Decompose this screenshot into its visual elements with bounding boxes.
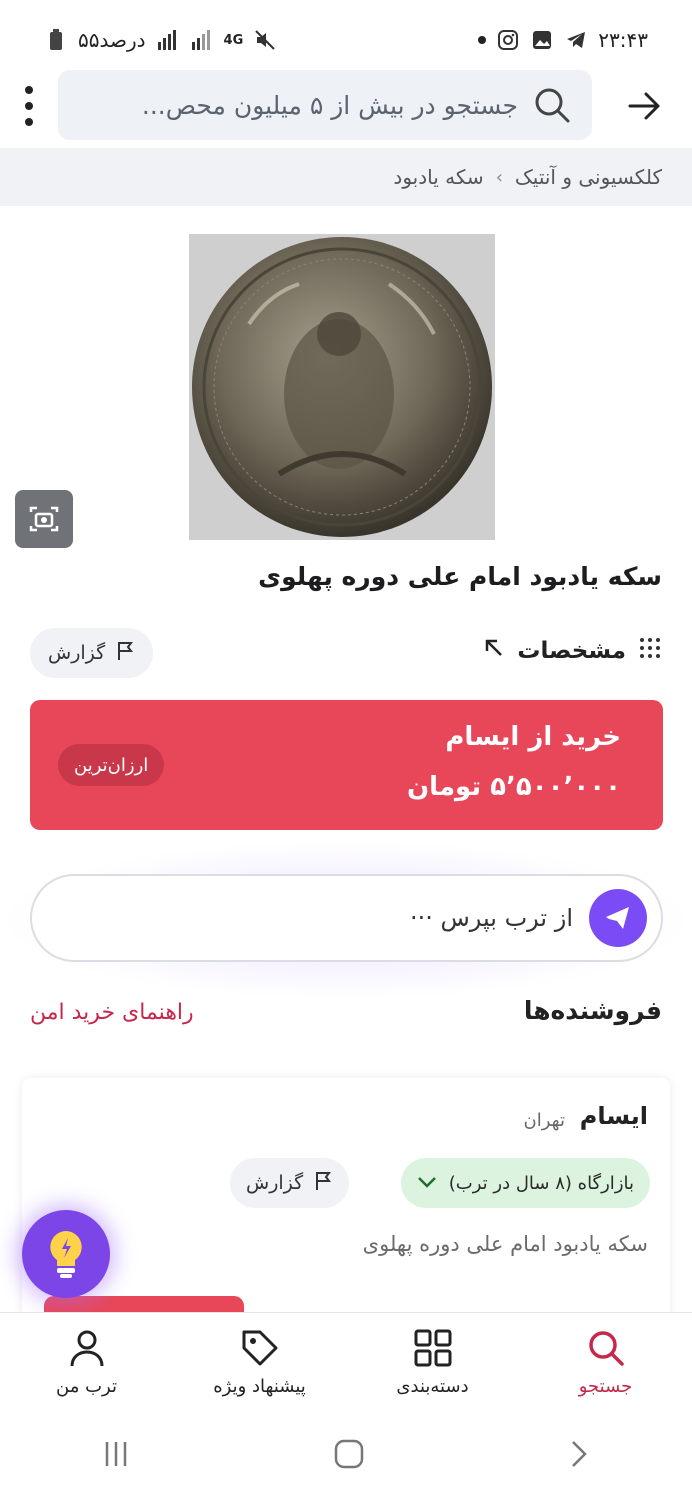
arrow-up-left-icon [483, 637, 505, 665]
nav-label-categories: دسته‌بندی [396, 1376, 469, 1397]
tag-icon [240, 1328, 280, 1368]
bottom-nav: جستجو دسته‌بندی پیشنهاد ویژه ترب من [0, 1312, 692, 1412]
seller-report-button[interactable]: گزارش [230, 1158, 350, 1208]
home-icon[interactable] [333, 1438, 365, 1474]
signal-icon-2 [190, 28, 214, 52]
grid-icon [413, 1328, 453, 1368]
specs-link[interactable]: مشخصات [483, 636, 662, 666]
seller-card[interactable]: ایسام تهران بازارگاه (۸ سال در ترب) گزار… [22, 1078, 670, 1336]
seller-badge-label: بازارگاه (۸ سال در ترب) [448, 1172, 634, 1194]
status-bar: ۵۵درصد 4G ۲۳:۴۳ [0, 0, 692, 80]
status-right: ۲۳:۴۳ [478, 28, 648, 52]
recent-apps-icon[interactable] [101, 1439, 131, 1473]
send-icon[interactable] [589, 889, 647, 947]
buy-price: ۵٬۵۰۰٬۰۰۰ تومان [406, 772, 621, 802]
user-icon [67, 1328, 107, 1368]
nav-item-search[interactable]: جستجو [531, 1328, 681, 1397]
notification-dot-icon [478, 36, 487, 44]
product-image[interactable] [189, 234, 495, 540]
seller-city: تهران [523, 1110, 565, 1131]
report-label: گزارش [48, 642, 106, 664]
signal-icon [156, 28, 180, 52]
search-icon [586, 1328, 626, 1368]
cheapest-badge: ارزان‌ترین [58, 744, 165, 786]
flag-icon [115, 640, 135, 667]
specs-label: مشخصات [517, 638, 626, 664]
report-button[interactable]: گزارش [30, 628, 154, 678]
flag-icon [313, 1170, 333, 1197]
search-icon [532, 85, 572, 125]
instagram-icon [496, 28, 520, 52]
seller-product-title: سکه یادبود امام علی دوره پهلوی [362, 1232, 648, 1256]
search-placeholder: جستجو در بیش از ۵ میلیون محص... [141, 90, 518, 120]
seller-badge[interactable]: بازارگاه (۸ سال در ترب) [400, 1158, 650, 1208]
back-chevron-icon[interactable] [567, 1438, 591, 1474]
camera-search-icon[interactable] [15, 490, 73, 548]
battery-text: ۵۵درصد [78, 28, 146, 52]
lightbulb-icon[interactable] [22, 1210, 110, 1298]
breadcrumb-item-subcategory[interactable]: سکه یادبود [393, 165, 483, 189]
system-nav-bar [0, 1412, 692, 1500]
dots-grid-icon [638, 636, 662, 666]
top-bar: جستجو در بیش از ۵ میلیون محص... [0, 70, 692, 142]
back-arrow-icon[interactable] [626, 88, 662, 124]
nav-label-offers: پیشنهاد ویژه [213, 1376, 306, 1397]
buy-title: خرید از ایسام [445, 722, 621, 752]
safe-guide-link[interactable]: راهنمای خرید امن [30, 1000, 194, 1025]
network-type: 4G [223, 32, 244, 48]
battery-icon [44, 28, 68, 52]
chevron-down-icon [417, 1173, 437, 1194]
gallery-icon [530, 28, 554, 52]
buy-card[interactable]: خرید از ایسام ۵٬۵۰۰٬۰۰۰ تومان ارزان‌ترین [30, 700, 663, 830]
seller-report-label: گزارش [246, 1172, 304, 1194]
chevron-left-icon: › [495, 166, 503, 188]
more-menu-icon[interactable] [18, 86, 40, 126]
mute-icon [253, 28, 277, 52]
seller-name: ایسام [579, 1102, 648, 1130]
nav-label-search: جستجو [578, 1376, 633, 1397]
nav-item-offers[interactable]: پیشنهاد ویژه [185, 1328, 335, 1397]
nav-item-profile[interactable]: ترب من [12, 1328, 162, 1397]
telegram-icon [564, 28, 588, 52]
nav-item-categories[interactable]: دسته‌بندی [358, 1328, 508, 1397]
ask-assistant-input[interactable]: از ترب بپرس ··· [30, 874, 663, 962]
sellers-title: فروشنده‌ها [523, 996, 662, 1025]
clock-text: ۲۳:۴۳ [598, 28, 648, 52]
breadcrumb-item-category[interactable]: کلکسیونی و آنتیک [515, 165, 662, 189]
ask-text: از ترب بپرس ··· [409, 904, 573, 932]
product-title: سکه یادبود امام علی دوره پهلوی [258, 562, 662, 591]
status-left: ۵۵درصد 4G [44, 28, 277, 52]
nav-label-profile: ترب من [56, 1376, 117, 1397]
breadcrumb: کلکسیونی و آنتیک › سکه یادبود [0, 148, 692, 206]
search-input[interactable]: جستجو در بیش از ۵ میلیون محص... [58, 70, 592, 140]
